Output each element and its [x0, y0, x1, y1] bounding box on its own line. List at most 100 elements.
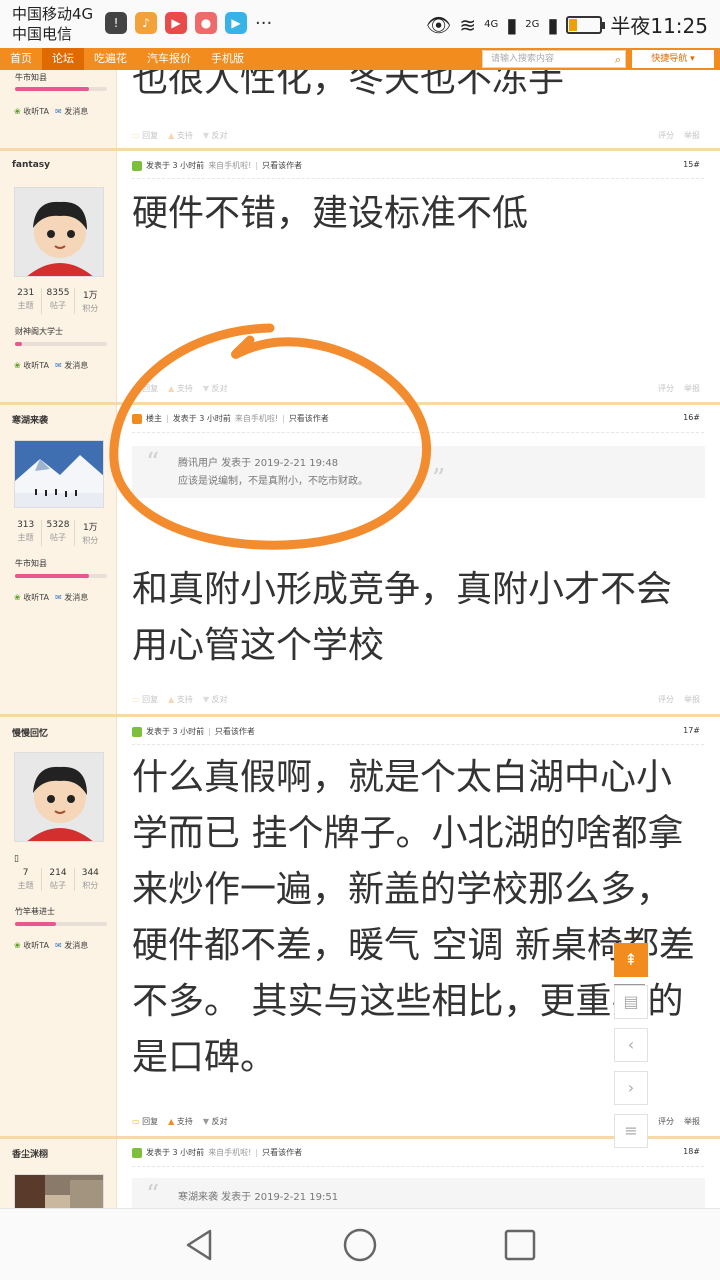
rate-button[interactable]: 评分 — [658, 383, 674, 394]
cartoon-boy-avatar-icon — [15, 188, 103, 276]
rate-button[interactable]: 评分 — [658, 694, 674, 705]
message-button[interactable]: ✉ 发消息 — [55, 360, 88, 371]
post-meta: 发表于 3 小时前 来自手机啦! | 只看该作者 — [132, 1147, 302, 1158]
floor-number[interactable]: 15# — [683, 160, 700, 169]
follow-button[interactable]: ❀ 收听TA — [14, 106, 49, 117]
eye-icon: 👁 — [425, 12, 452, 37]
nav-forum[interactable]: 论坛 — [42, 48, 84, 70]
stat-label: 主题 — [17, 301, 34, 310]
post-tools: 评分 举报 — [658, 130, 700, 141]
stat-threads: 313 — [17, 520, 35, 530]
site-nav: 首页 论坛 吃遍花 汽车报价 手机版 请输入搜索内容 ⌕ 快捷导航 ▾ — [0, 48, 720, 70]
rank-progress — [15, 922, 107, 926]
home-icon[interactable] — [342, 1227, 378, 1263]
author-rank: 牛市知县 — [15, 73, 47, 82]
post-source: 来自手机啦! — [208, 161, 252, 170]
oppose-button[interactable]: ▼ 反对 — [203, 694, 228, 705]
reply-button[interactable]: ▭ 回复 — [132, 694, 158, 705]
alert-icon: ! — [105, 12, 127, 34]
message-button[interactable]: ✉ 发消息 — [55, 106, 88, 117]
rank-progress — [15, 574, 107, 578]
carrier-mobile: 中国移动4G — [12, 5, 94, 23]
quick-nav-button[interactable]: 快捷导航 ▾ — [632, 50, 714, 68]
avatar[interactable] — [14, 440, 104, 508]
support-button[interactable]: ▲ 支持 — [168, 130, 193, 141]
reply-button[interactable]: ▭ 回复 — [132, 1116, 158, 1127]
stat-threads: 7 — [22, 868, 29, 878]
search-input[interactable]: 请输入搜索内容 ⌕ — [482, 50, 626, 68]
report-button[interactable]: 举报 — [684, 694, 700, 705]
recent-apps-icon[interactable] — [502, 1227, 538, 1263]
mobile-online-icon: ▯ — [14, 854, 19, 864]
author-actions: ❀ 收听TA ✉ 发消息 — [14, 592, 88, 603]
carrier-telecom: 中国电信 — [12, 25, 73, 43]
author-stats: 231 主题 8355 帖子 1万 积分 — [10, 288, 106, 314]
system-nav-bar — [0, 1208, 720, 1280]
divider — [132, 744, 704, 745]
follow-button[interactable]: ❀ 收听TA — [14, 360, 49, 371]
post-body: 硬件不错，建设标准不低 — [132, 193, 529, 234]
author-name[interactable]: 慢慢回忆 — [12, 726, 48, 739]
post-source: 来自手机啦! — [208, 1148, 252, 1157]
prev-page-button[interactable]: ‹ — [614, 1028, 648, 1062]
author-name[interactable]: 寒湖来袭 — [12, 413, 48, 426]
nav-car-price[interactable]: 汽车报价 — [137, 48, 201, 70]
post-separator — [0, 148, 720, 151]
back-to-top-button[interactable]: ⇞ — [614, 943, 648, 977]
oppose-button[interactable]: ▼ 反对 — [203, 130, 228, 141]
post-meta: 发表于 3 小时前 来自手机啦! | 只看该作者 — [132, 160, 302, 171]
author-name[interactable]: 香尘洣栩 — [12, 1147, 48, 1160]
floor-number[interactable]: 16# — [683, 413, 700, 422]
avatar[interactable] — [14, 1174, 104, 1208]
avatar[interactable] — [14, 187, 104, 277]
rank-progress — [15, 87, 107, 91]
status-bar: 中国移动4G 中国电信 ! ♪ ▶ ● ▶ ··· 👁 ≋ 4G ▮ 2G ▮ … — [0, 0, 720, 48]
rate-button[interactable]: 评分 — [658, 1116, 674, 1127]
oppose-button[interactable]: ▼ 反对 — [203, 1116, 228, 1127]
next-page-button[interactable]: › — [614, 1071, 648, 1105]
report-button[interactable]: 举报 — [684, 130, 700, 141]
stat-posts: 214 — [49, 868, 67, 878]
signal-4g-label: 4G — [484, 19, 499, 30]
back-icon[interactable] — [182, 1227, 218, 1263]
only-author-link[interactable]: 只看该作者 — [215, 726, 255, 737]
more-notifications-icon: ··· — [255, 12, 273, 34]
post-separator — [0, 714, 720, 717]
floor-number[interactable]: 17# — [683, 726, 700, 735]
wifi-icon: ≋ — [459, 12, 477, 37]
stat-threads: 231 — [17, 288, 35, 298]
clock: 半夜11:25 — [610, 14, 708, 38]
follow-button[interactable]: ❀ 收听TA — [14, 940, 49, 951]
author-name[interactable]: fantasy — [12, 160, 50, 170]
author-actions: ❀ 收听TA ✉ 发消息 — [14, 106, 88, 117]
post-time: 发表于 3 小时前 — [146, 1148, 205, 1157]
report-button[interactable]: 举报 — [684, 1116, 700, 1127]
support-button[interactable]: ▲ 支持 — [168, 694, 193, 705]
nav-mobile[interactable]: 手机版 — [201, 48, 254, 70]
post-time: 发表于 3 小时前 — [146, 161, 205, 170]
author-rank: 财神阁大学士 — [15, 327, 63, 336]
floor-number[interactable]: 18# — [683, 1147, 700, 1156]
rank-progress — [15, 342, 107, 346]
search-icon[interactable]: ⌕ — [615, 52, 621, 68]
rate-button[interactable]: 评分 — [658, 130, 674, 141]
message-button[interactable]: ✉ 发消息 — [55, 592, 88, 603]
notification-icons: ! ♪ ▶ ● ▶ ··· — [105, 12, 272, 34]
nav-home[interactable]: 首页 — [0, 48, 42, 70]
message-button[interactable]: ✉ 发消息 — [55, 940, 88, 951]
only-author-link[interactable]: 只看该作者 — [262, 160, 302, 171]
follow-button[interactable]: ❀ 收听TA — [14, 592, 49, 603]
support-button[interactable]: ▲ 支持 — [168, 1116, 193, 1127]
comment-button[interactable]: ▤ — [614, 985, 648, 1019]
list-menu-button[interactable]: ≡ — [614, 1114, 648, 1148]
only-author-link[interactable]: 只看该作者 — [262, 1147, 302, 1158]
reply-button[interactable]: ▭ 回复 — [132, 130, 158, 141]
post-tools: 评分 举报 — [658, 1116, 700, 1127]
avatar[interactable] — [14, 752, 104, 842]
mobile-icon — [132, 726, 142, 737]
post-tools: 评分 举报 — [658, 383, 700, 394]
panda-app-icon: ● — [195, 12, 217, 34]
battery-level — [569, 18, 578, 31]
nav-food[interactable]: 吃遍花 — [84, 48, 137, 70]
report-button[interactable]: 举报 — [684, 383, 700, 394]
